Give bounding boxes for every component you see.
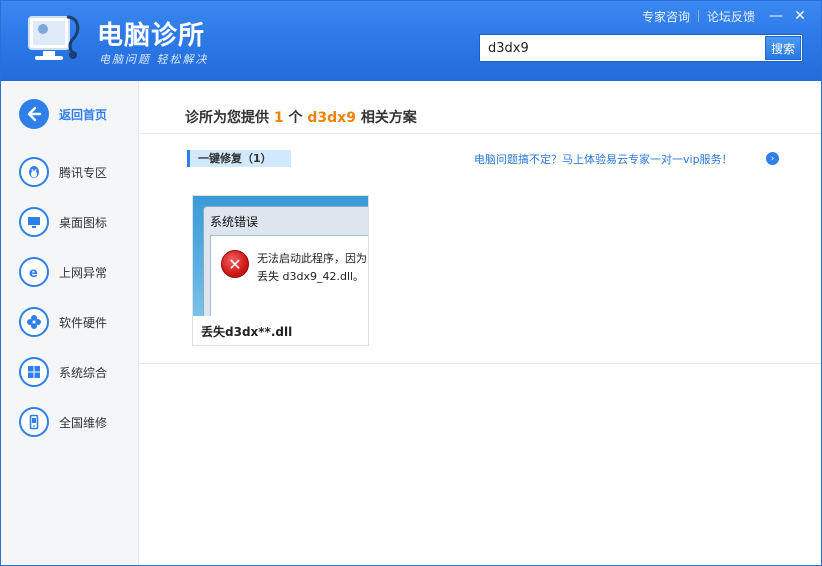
main-content: 诊所为您提供 1 个 d3dx9 相关方案 一键修复（1） 电脑问题搞不定？马上…: [140, 81, 821, 565]
top-links: 专家咨询 论坛反馈 — ✕: [634, 7, 811, 25]
dialog-message-line1: 无法启动此程序，因为: [257, 252, 367, 265]
result-title: 诊所为您提供 1 个 d3dx9 相关方案: [185, 107, 417, 127]
forum-feedback-link[interactable]: 论坛反馈: [699, 8, 763, 25]
sidebar-item-label: 软件硬件: [59, 315, 108, 330]
sidebar-item-label: 系统综合: [59, 365, 108, 380]
title-suffix: 相关方案: [360, 110, 417, 126]
solution-card[interactable]: 系统错误 ✕ 无法启动此程序，因为 丢失 d3dx9_42.dll。 丢失d3d…: [192, 195, 369, 346]
back-home-button[interactable]: 返回首页: [19, 99, 107, 129]
gear-icon: [19, 307, 49, 337]
sidebar-item-software-hardware[interactable]: 软件硬件: [19, 307, 107, 337]
penguin-icon: [19, 157, 49, 187]
monitor-icon: [19, 207, 49, 237]
header: 电脑诊所 电脑问题 轻松解决 专家咨询 论坛反馈 — ✕ 搜索: [1, 1, 821, 81]
svg-text:e: e: [29, 266, 38, 280]
arrow-left-icon: [19, 99, 49, 129]
dialog-body: ✕ 无法启动此程序，因为 丢失 d3dx9_42.dll。: [210, 235, 368, 316]
phone-icon: [19, 407, 49, 437]
back-home-label: 返回首页: [59, 107, 108, 122]
expert-consult-link[interactable]: 专家咨询: [634, 8, 698, 25]
solution-card-label: 丢失d3dx**.dll: [201, 325, 293, 339]
search-button[interactable]: 搜索: [765, 36, 801, 60]
windows-icon: [19, 357, 49, 387]
sidebar-item-label: 腾讯专区: [59, 165, 108, 180]
result-count: 1: [273, 110, 284, 126]
divider: [140, 363, 821, 364]
search-box: 搜索: [479, 34, 803, 62]
error-icon: ✕: [221, 250, 249, 278]
sidebar-item-tencent[interactable]: 腾讯专区: [19, 157, 107, 187]
title-mid: 个: [288, 110, 303, 126]
app-title: 电脑诊所: [97, 21, 206, 51]
monitor-stethoscope-logo-icon: [28, 15, 80, 60]
sidebar-item-label: 全国维修: [59, 415, 108, 430]
chevron-right-icon[interactable]: ›: [766, 152, 779, 165]
title-prefix: 诊所为您提供: [185, 110, 269, 126]
sidebar-item-system[interactable]: 系统综合: [19, 357, 107, 387]
sidebar-item-label: 上网异常: [59, 265, 108, 280]
search-input[interactable]: [480, 35, 765, 61]
sidebar-item-repair[interactable]: 全国维修: [19, 407, 107, 437]
dialog-message-line2: 丢失 d3dx9_42.dll。: [257, 270, 365, 283]
app-window: 电脑诊所 电脑问题 轻松解决 专家咨询 论坛反馈 — ✕ 搜索 返回首页 腾讯专…: [0, 0, 822, 566]
sidebar: 返回首页 腾讯专区 桌面图标 e 上网异常 软件硬件 系统综合 全国维修: [1, 81, 139, 565]
dialog-title: 系统错误: [210, 215, 259, 229]
ie-icon: e: [19, 257, 49, 287]
solution-thumbnail: 系统错误 ✕ 无法启动此程序，因为 丢失 d3dx9_42.dll。: [193, 196, 368, 316]
divider: [140, 133, 821, 134]
minimize-button[interactable]: —: [765, 7, 787, 25]
sidebar-item-desktop-icons[interactable]: 桌面图标: [19, 207, 107, 237]
error-dialog-preview: 系统错误 ✕ 无法启动此程序，因为 丢失 d3dx9_42.dll。: [203, 206, 368, 316]
app-slogan: 电脑问题 轻松解决: [99, 53, 209, 66]
vip-service-link[interactable]: 电脑问题搞不定？马上体验易云专家一对一vip服务！: [474, 151, 733, 167]
sidebar-item-label: 桌面图标: [59, 215, 108, 230]
result-keyword: d3dx9: [307, 110, 356, 126]
section-header-one-click-repair: 一键修复（1）: [187, 150, 291, 167]
close-button[interactable]: ✕: [789, 7, 811, 25]
sidebar-item-internet[interactable]: e 上网异常: [19, 257, 107, 287]
